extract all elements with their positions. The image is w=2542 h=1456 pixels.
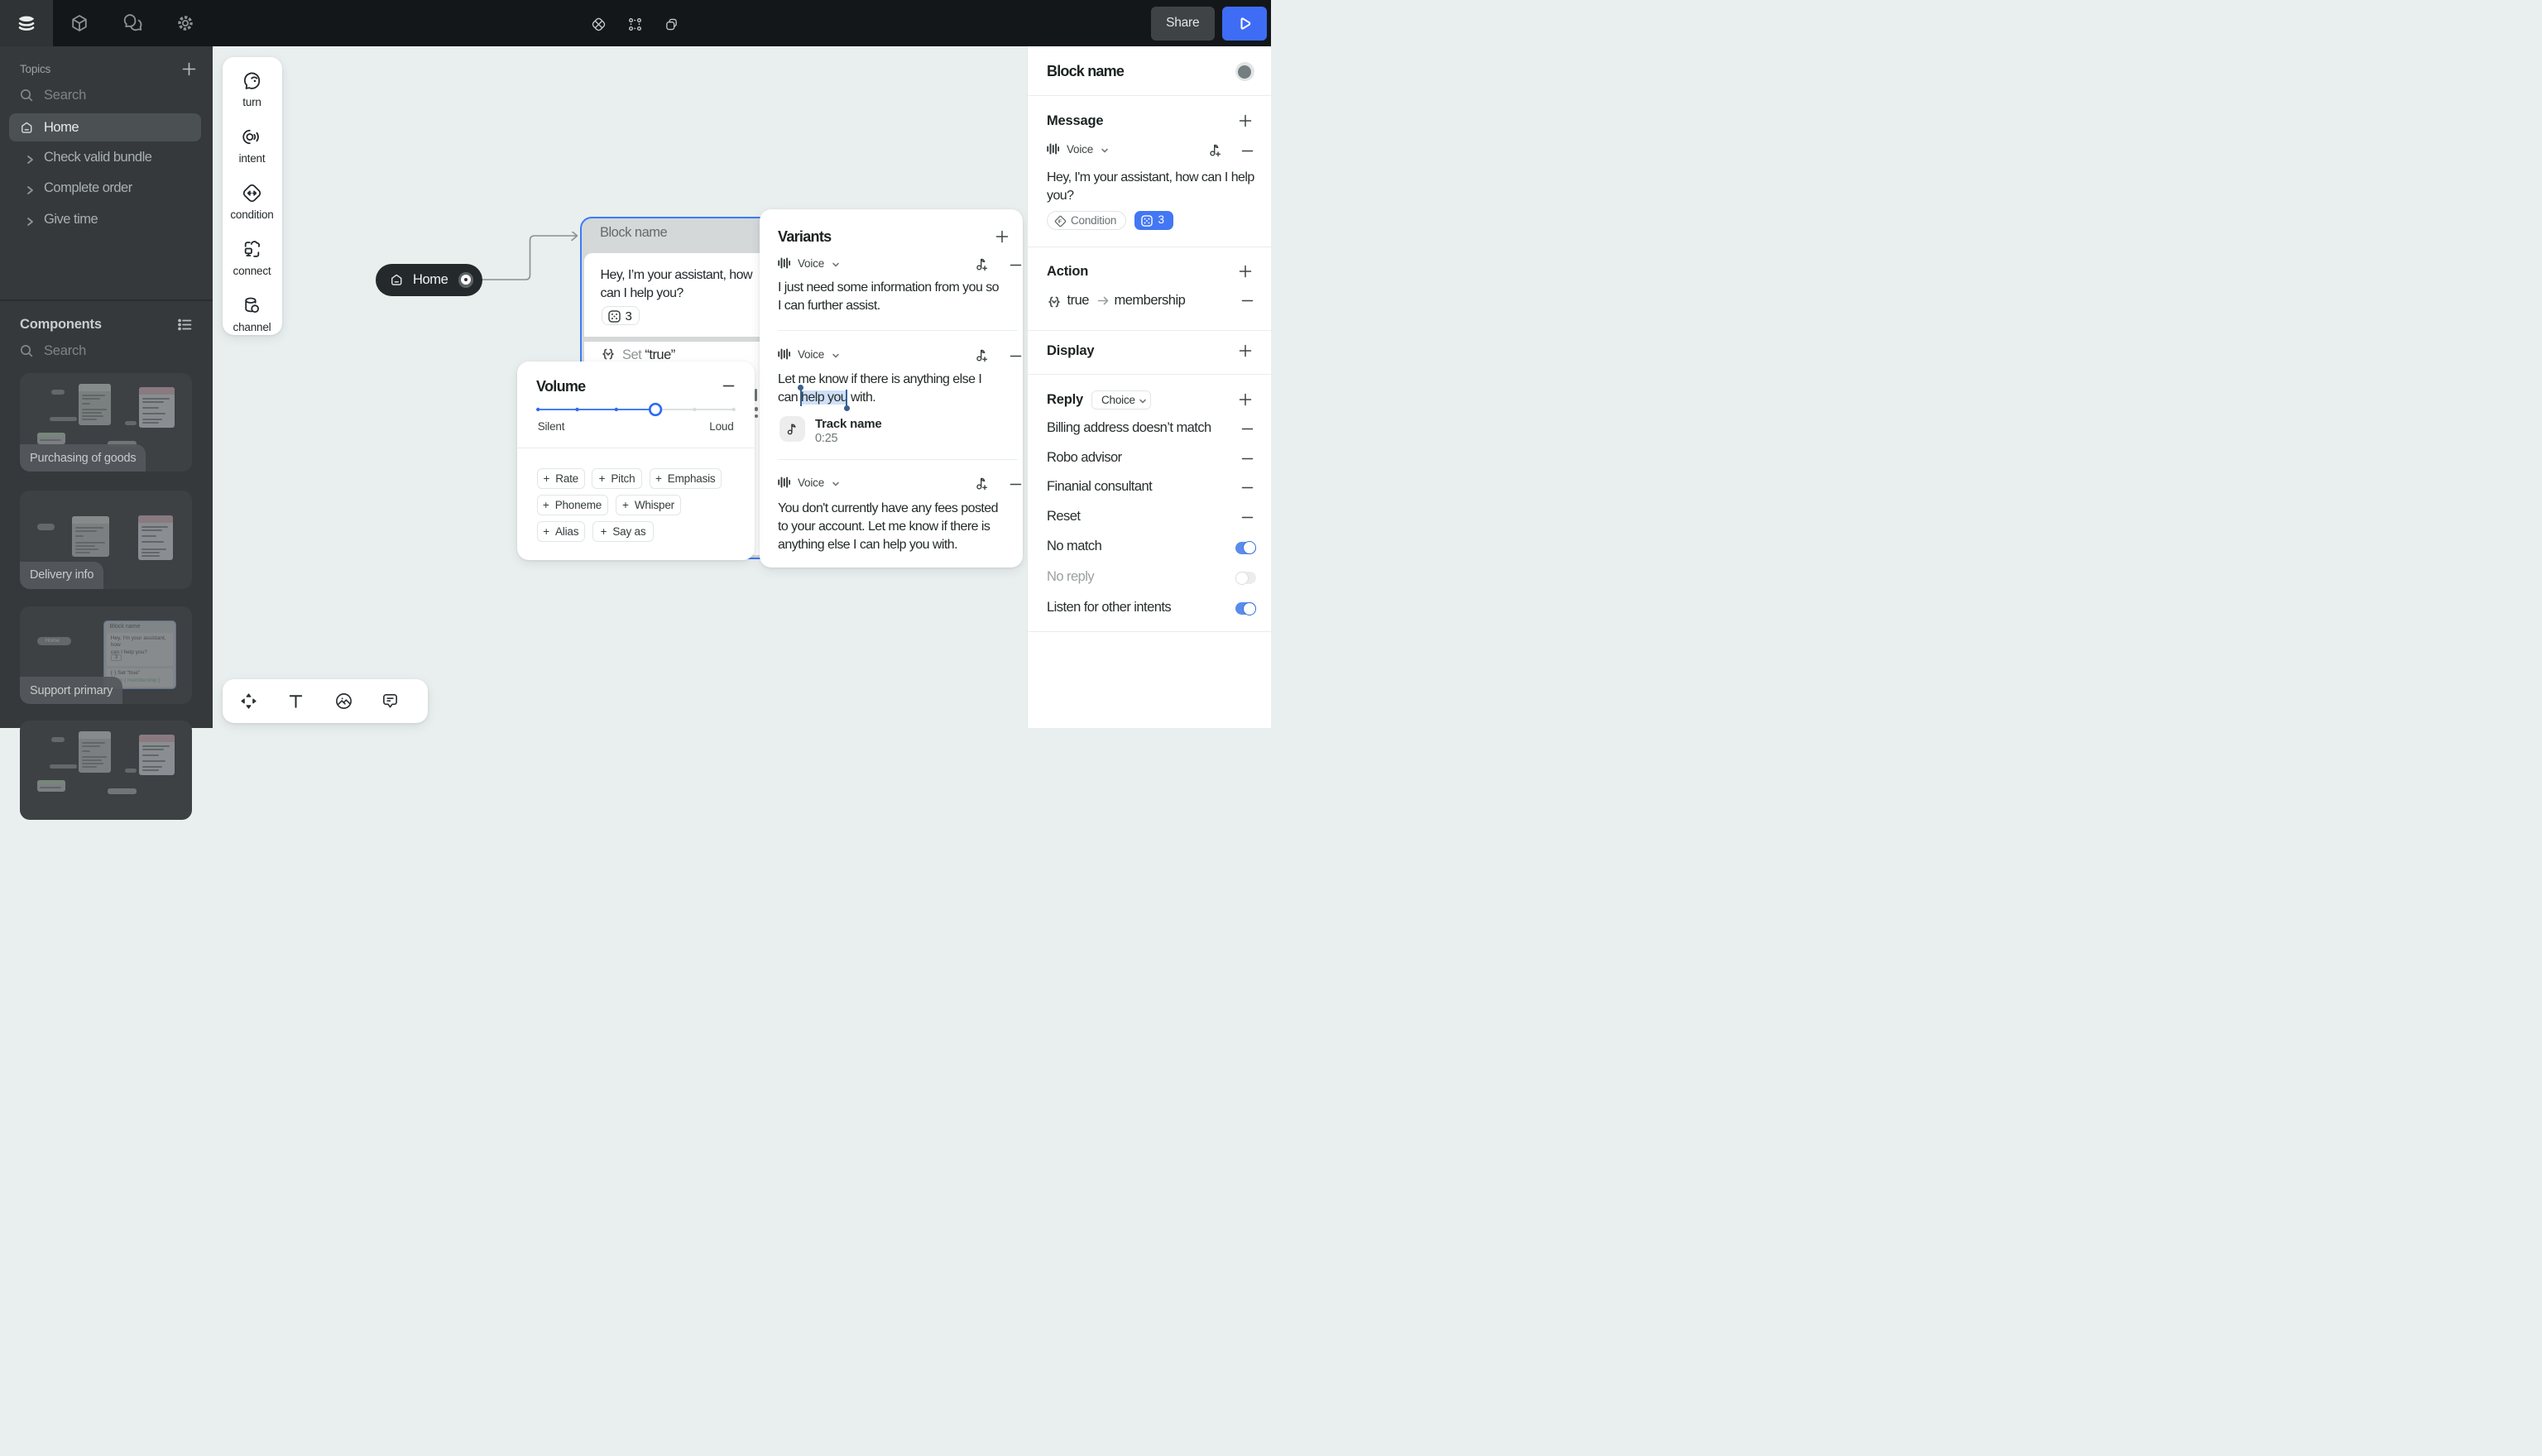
svg-text:IF: IF: [1058, 220, 1062, 225]
